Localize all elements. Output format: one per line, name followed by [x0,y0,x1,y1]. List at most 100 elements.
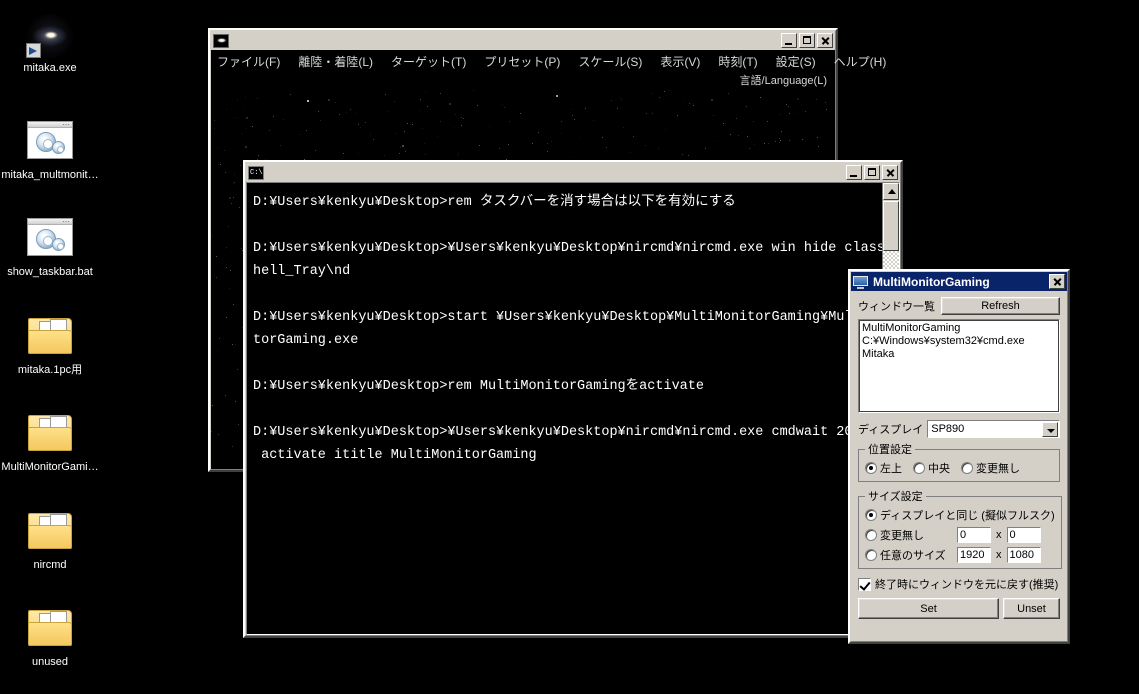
scrollbar-thumb[interactable] [883,201,899,251]
mitaka-menubar-second-row: 言語/Language(L) [211,72,835,90]
menu-item-scale[interactable]: スケール(S) [576,52,644,71]
dimension-separator: x [996,549,1002,561]
size-option-nochange-row: 変更無し 0 x 0 [865,527,1055,543]
radio-icon[interactable] [865,509,877,521]
menu-item-file[interactable]: ファイル(F) [215,52,282,71]
star [705,148,706,149]
desktop-icon-mitaka-1pc[interactable]: mitaka.1pc用 [0,313,100,377]
menu-item-time[interactable]: 時刻(T) [716,52,759,71]
menu-item-preset[interactable]: プリセット(P) [482,52,562,71]
cmd-titlebar[interactable]: C:\ [246,163,900,182]
display-select[interactable]: SP890 [927,420,1060,438]
menu-item-settings[interactable]: 設定(S) [774,52,818,71]
mitaka-titlebar[interactable] [211,31,835,50]
position-option-topleft[interactable]: 左上 [865,460,902,476]
custom-width-field[interactable]: 1920 [957,547,991,563]
star [231,203,232,204]
star [212,405,213,406]
star [388,111,389,112]
window-list-header-row: ウィンドウ一覧 Refresh [858,297,1060,315]
refresh-button[interactable]: Refresh [941,297,1060,315]
star [307,100,309,102]
command-prompt-window[interactable]: C:\ D:¥Users¥kenkyu¥Desktop>rem タスクバーを消す… [243,160,903,638]
star [234,174,235,175]
desktop-icon-mitaka-multmonit[interactable]: mitaka_multmonit… [0,118,100,182]
checkbox-icon[interactable] [858,577,871,591]
star [803,139,804,140]
desktop-icon-nircmd[interactable]: nircmd [0,508,100,572]
star [547,151,548,152]
star [232,344,233,345]
set-button[interactable]: Set [858,598,999,619]
star [226,317,227,318]
close-button[interactable] [882,165,898,180]
star [753,121,754,122]
restore-on-exit-checkbox[interactable]: 終了時にウィンドウを元に戻す(推奨) [858,576,1060,592]
star [237,99,238,100]
star [621,99,622,100]
list-item[interactable]: MultiMonitorGaming [862,322,1056,335]
list-item[interactable]: Mitaka [862,348,1056,361]
maximize-button[interactable] [864,165,880,180]
size-option-label: 任意のサイズ [880,550,946,562]
desktop-icon-multimonitorgaming[interactable]: MultiMonitorGami… [0,410,100,474]
scroll-up-arrow-icon[interactable] [883,183,899,200]
close-button[interactable] [817,33,833,48]
star [646,113,647,114]
position-option-nochange[interactable]: 変更無し [961,460,1020,476]
position-group-label: 位置設定 [868,444,912,456]
menu-item-takeoff-landing[interactable]: 離陸・着陸(L) [296,52,375,71]
menu-item-language[interactable]: 言語/Language(L) [740,75,827,87]
position-option-center[interactable]: 中央 [913,460,950,476]
star [394,101,395,102]
size-option-nochange[interactable]: 変更無し [865,527,957,543]
star [630,152,631,153]
minimize-button[interactable] [781,33,797,48]
radio-icon[interactable] [865,549,877,561]
list-item[interactable]: C:¥Windows¥system32¥cmd.exe [862,335,1056,348]
menu-item-target[interactable]: ターゲット(T) [389,52,468,71]
console-output[interactable]: D:¥Users¥kenkyu¥Desktop>rem タスクバーを消す場合は以… [247,183,882,634]
desktop: mitaka.exe mitaka_multmonit… show_taskba… [0,0,1139,694]
position-radio-row: 左上 中央 変更無し [865,460,1053,476]
maximize-button[interactable] [799,33,815,48]
star [817,137,818,138]
multimonitorgaming-dialog[interactable]: MultiMonitorGaming ウィンドウ一覧 Refresh Multi… [848,269,1070,644]
folder-icon [26,316,74,360]
radio-icon[interactable] [913,462,925,474]
star [425,154,426,155]
desktop-icon-show-taskbar-bat[interactable]: show_taskbar.bat [0,215,100,279]
window-list[interactable]: MultiMonitorGaming C:¥Windows¥system32¥c… [858,319,1060,413]
radio-icon[interactable] [865,529,877,541]
menu-item-view[interactable]: 表示(V) [658,52,702,71]
radio-icon[interactable] [865,462,877,474]
star [747,136,748,137]
star [315,150,316,151]
star [320,120,321,121]
star [238,424,239,425]
chevron-down-icon[interactable] [1042,421,1058,437]
star [561,121,562,122]
close-button[interactable] [1049,274,1065,289]
unset-button[interactable]: Unset [1003,598,1060,619]
star [241,248,242,249]
desktop-icon-unused[interactable]: unused [0,605,100,669]
star [235,344,236,345]
star [684,99,685,100]
star [217,147,218,148]
size-option-custom[interactable]: 任意のサイズ [865,547,957,563]
star [225,172,226,173]
mmg-titlebar[interactable]: MultiMonitorGaming [851,272,1067,291]
size-option-same-as-display[interactable]: ディスプレイと同じ (擬似フルスク) [865,507,1055,523]
desktop-icon-mitaka-exe[interactable]: mitaka.exe [0,14,100,75]
star [477,105,478,106]
star [780,140,781,141]
star [665,129,666,130]
minimize-button[interactable] [846,165,862,180]
custom-height-field[interactable]: 1080 [1006,547,1041,563]
nochange-height-field[interactable]: 0 [1006,527,1041,543]
radio-icon[interactable] [961,462,973,474]
menu-item-help[interactable]: ヘルプ(H) [832,52,889,71]
nochange-width-field[interactable]: 0 [957,527,991,543]
star [257,98,258,99]
